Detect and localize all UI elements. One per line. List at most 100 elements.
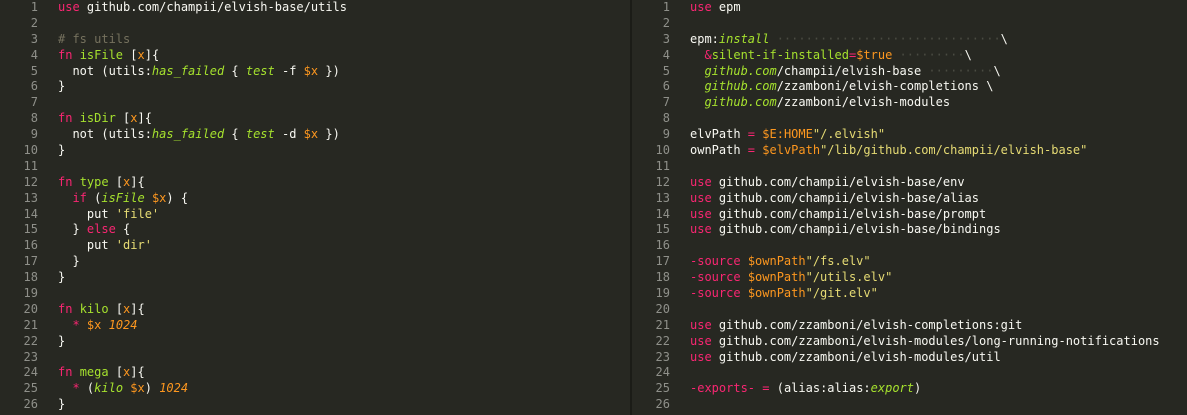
code-text: } else {: [58, 222, 130, 238]
line-number: 20: [655, 301, 670, 316]
code-token: test: [245, 63, 275, 78]
code-token: github.com: [704, 63, 777, 78]
code-text: fn type [x]{: [58, 175, 145, 191]
code-token: has_failed: [151, 127, 225, 142]
code-token: epm:: [690, 31, 719, 46]
line-number: 22: [23, 333, 38, 348]
code-token: $ownPath: [747, 254, 806, 269]
code-token: "/git.elv": [805, 286, 878, 301]
code-token: use: [690, 0, 712, 14]
line-number: 14: [655, 206, 670, 221]
line-number: 23: [655, 349, 670, 364]
code-token: ]{: [137, 111, 152, 126]
code-token: github.com/zzamboni/elvish-modules/util: [711, 349, 1001, 364]
code-text: use epm: [690, 0, 741, 16]
line-number: 8: [30, 111, 38, 126]
code-token: not (utils:: [58, 63, 152, 78]
code-token: isFile: [101, 190, 145, 205]
code-token: $x: [151, 190, 167, 205]
code-token: \: [1000, 31, 1008, 46]
code-text: }: [58, 254, 79, 270]
code-token: $ownPath: [747, 286, 806, 301]
line-number: 5: [662, 63, 670, 78]
code-token: fn: [58, 111, 73, 126]
line-number: 9: [662, 127, 670, 142]
code-token: 'dir': [115, 238, 152, 253]
editor-pane-left[interactable]: 1 use github.com/champii/elvish-base/util…: [0, 0, 630, 415]
code-token: }: [58, 143, 66, 158]
code-text: epm:install ····························…: [690, 32, 1008, 48]
line-number: 6: [662, 79, 670, 94]
code-token: $x: [130, 381, 145, 396]
editor-pane-right[interactable]: 1 use epm 2 3 epm:install ··················…: [632, 0, 1187, 415]
line-number: 13: [23, 190, 38, 205]
line-number: 4: [662, 47, 670, 62]
code-token: -exports-: [690, 381, 756, 396]
line-number: 19: [23, 286, 38, 301]
code-token: {: [224, 127, 246, 142]
code-token: /zzamboni/elvish-completions: [776, 79, 987, 94]
code-token: $x: [86, 317, 102, 332]
code-text: not (utils:has_failed { test -d $x }): [58, 127, 339, 143]
code-token: ) {: [166, 190, 189, 205]
code-token: ]{: [130, 174, 145, 189]
code-token: (: [79, 381, 95, 396]
code-text: fn isDir [x]{: [58, 111, 152, 127]
code-token: github.com/champii/elvish-base/utils: [79, 0, 347, 14]
code-text: if (isFile $x) {: [58, 191, 188, 207]
code-token: if: [72, 190, 87, 205]
line-number: 3: [30, 31, 38, 46]
code-token: -source: [690, 286, 741, 301]
code-text: }: [58, 270, 65, 286]
code-text: use github.com/champii/elvish-base/alias: [690, 191, 979, 207]
code-token: [: [108, 174, 124, 189]
code-token: 1024: [108, 317, 138, 332]
line-number: 18: [23, 270, 38, 285]
code-token: }: [58, 397, 66, 412]
line-number: 12: [655, 174, 670, 189]
code-token: =: [762, 381, 770, 396]
code-text: not (utils:has_failed { test -f $x }): [58, 63, 339, 80]
code-text: use github.com/champii/elvish-base/utils: [58, 0, 347, 16]
code-token: type: [79, 174, 109, 189]
code-token: }: [58, 222, 87, 237]
line-number: 16: [655, 238, 670, 253]
code-token: $E:HOME: [762, 127, 813, 142]
code-token: github.com/zzamboni/elvish-modules/long-…: [711, 333, 1160, 348]
line-number: 14: [23, 206, 38, 221]
code-token: "/utils.elv": [805, 270, 893, 285]
code-token: ·········: [892, 47, 965, 62]
code-token: epm: [711, 0, 741, 14]
line-number: 2: [30, 15, 38, 30]
line-number: 11: [23, 158, 38, 173]
code-text: github.com/zzamboni/elvish-completions \: [690, 79, 993, 95]
code-token: {: [224, 63, 246, 78]
line-number: 1: [30, 0, 38, 14]
line-number: 3: [662, 31, 670, 46]
code-token: github.com/champii/elvish-base/prompt: [711, 206, 987, 221]
line-number: 10: [655, 143, 670, 158]
code-token: 1024: [159, 381, 189, 396]
code-token: has_failed: [151, 63, 225, 78]
code-text: ownPath = $elvPath"/lib/github.com/champ…: [690, 143, 1087, 159]
line-number: 6: [30, 79, 38, 94]
code-token: github.com/champii/elvish-base/bindings: [711, 222, 1001, 237]
code-token: export: [870, 381, 915, 396]
code-text: -source $ownPath"/git.elv": [690, 286, 878, 302]
code-token: fn: [58, 301, 73, 316]
code-text: }: [58, 334, 65, 350]
code-token: ]{: [130, 301, 145, 316]
code-token: github.com/zzamboni/elvish-completions:g…: [711, 317, 1023, 332]
line-number: 24: [655, 365, 670, 380]
code-token: use: [690, 317, 712, 332]
line-number: 18: [655, 270, 670, 285]
